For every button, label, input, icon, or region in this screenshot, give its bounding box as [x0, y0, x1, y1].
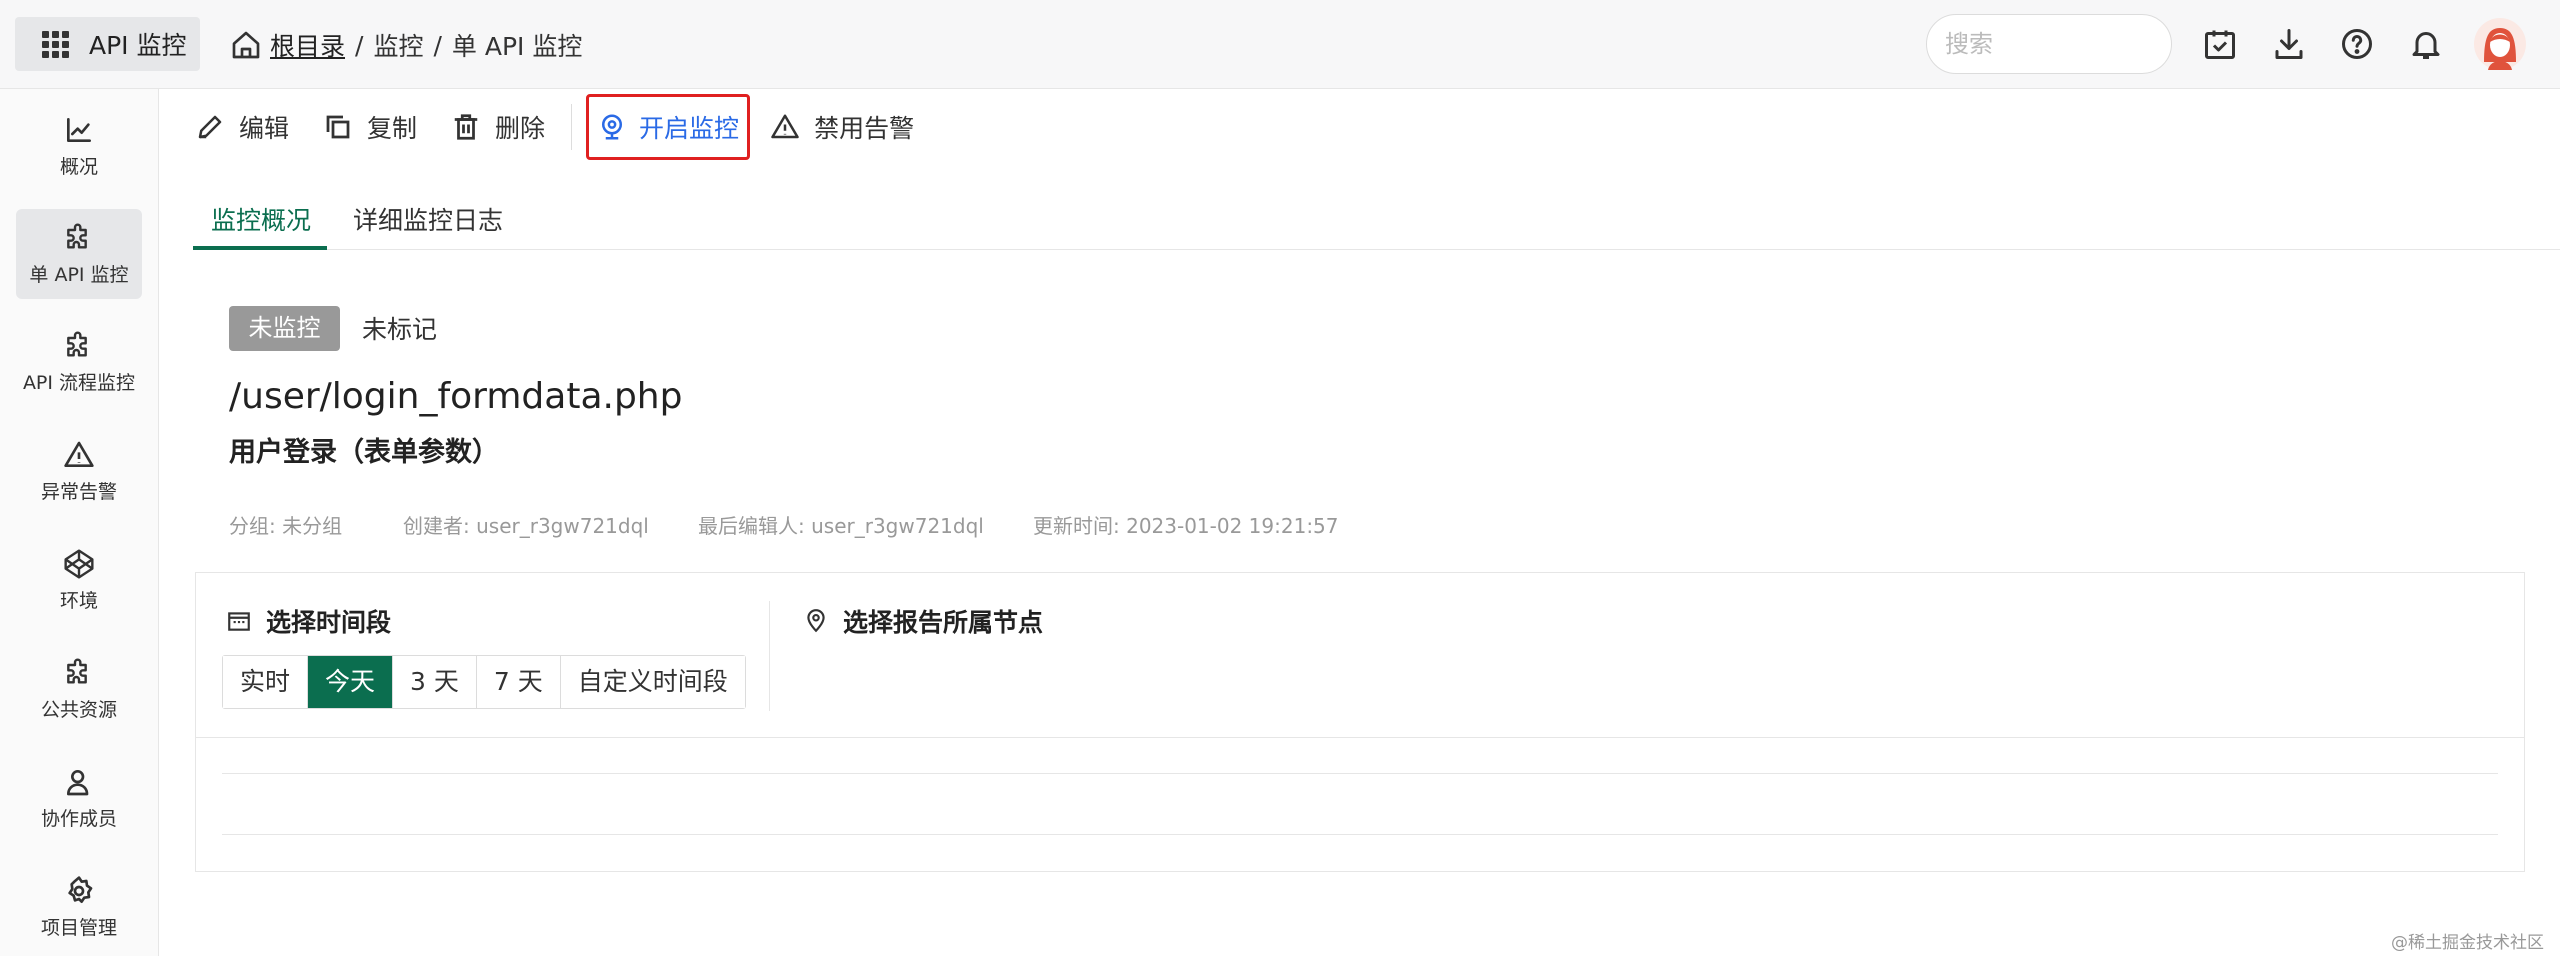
- divider: [222, 834, 2498, 835]
- meta-group: 分组: 未分组: [229, 514, 343, 538]
- grid-icon: [42, 30, 69, 58]
- puzzle-icon: [67, 331, 87, 357]
- node-select-title-text: 选择报告所属节点: [843, 608, 1044, 637]
- sidebar-item-label: 概况: [59, 155, 98, 178]
- breadcrumb-separator: /: [433, 30, 442, 60]
- range-option-today[interactable]: 今天: [308, 656, 394, 708]
- sidebar-item-label: API 流程监控: [22, 371, 136, 394]
- calendar-icon: [228, 612, 250, 631]
- sidebar-item-label: 异常告警: [40, 480, 117, 503]
- location-pin-icon: [807, 609, 825, 633]
- api-path: /user/login_formdata.php: [229, 376, 683, 417]
- codepen-icon: [64, 548, 94, 579]
- tab-overview[interactable]: 监控概况: [193, 197, 327, 250]
- webcam-icon: [602, 114, 623, 140]
- action-toolbar: 编辑 复制 删除 开启监控 禁用告警: [195, 94, 948, 160]
- breadcrumb-current: 单 API 监控: [451, 32, 583, 61]
- sidebar-item-members[interactable]: 协作成员: [16, 753, 142, 843]
- time-range-title-text: 选择时间段: [266, 608, 392, 637]
- toolbar-divider: [571, 104, 573, 150]
- api-title: 用户登录（表单参数）: [229, 437, 499, 468]
- copy-icon: [326, 115, 350, 139]
- sidebar-item-overview[interactable]: 概况: [16, 101, 142, 191]
- help-icon[interactable]: [2339, 26, 2375, 62]
- user-icon: [67, 769, 89, 795]
- delete-label: 删除: [495, 114, 546, 143]
- copy-label: 复制: [367, 114, 418, 143]
- sidebar-item-label: 公共资源: [40, 698, 117, 721]
- panel-divider: [769, 601, 770, 711]
- search-input[interactable]: 搜索: [1926, 14, 2172, 74]
- sidebar-item-label: 项目管理: [40, 916, 117, 939]
- download-icon[interactable]: [2271, 26, 2307, 62]
- line-chart-icon: [67, 117, 91, 142]
- app-switcher-button[interactable]: API 监控: [15, 17, 200, 71]
- puzzle-icon: [67, 658, 87, 684]
- range-option-7-days[interactable]: 7 天: [476, 656, 561, 708]
- copy-button[interactable]: 复制: [323, 109, 417, 145]
- meta-editor: 最后编辑人: user_r3gw721dql: [698, 514, 984, 538]
- meta-updated: 更新时间: 2023-01-02 19:21:57: [1033, 514, 1339, 538]
- watermark: @稀土掘金技术社区: [2391, 933, 2544, 953]
- breadcrumb-monitor[interactable]: 监控: [373, 27, 423, 63]
- sidebar-item-label: 协作成员: [40, 807, 117, 830]
- breadcrumb-separator: /: [355, 30, 364, 60]
- sidebar-item-single-api[interactable]: 单 API 监控: [16, 209, 142, 299]
- sidebar-item-public-resources[interactable]: 公共资源: [16, 644, 142, 734]
- warning-icon: [771, 114, 799, 139]
- edit-label: 编辑: [239, 114, 290, 143]
- delete-button[interactable]: 删除: [451, 109, 545, 145]
- range-option-realtime[interactable]: 实时: [223, 656, 309, 708]
- warning-icon: [64, 441, 94, 467]
- puzzle-icon: [67, 223, 87, 249]
- divider: [222, 773, 2498, 774]
- sidebar-item-environment[interactable]: 环境: [16, 535, 142, 625]
- breadcrumb-root-link[interactable]: 根目录: [270, 27, 345, 63]
- sidebar-item-label: 环境: [59, 589, 98, 612]
- breadcrumb: 根目录 / 监控 / 单 API 监控: [230, 26, 582, 64]
- top-header: API 监控 根目录 / 监控 / 单 API 监控 搜索: [0, 0, 2560, 89]
- bell-icon[interactable]: [2408, 26, 2444, 62]
- disable-alert-label: 禁用告警: [814, 114, 915, 143]
- sidebar-item-api-flow[interactable]: API 流程监控: [16, 317, 142, 407]
- status-badge: 未监控: [229, 306, 340, 351]
- calendar-check-icon[interactable]: [2202, 26, 2238, 62]
- sidebar-item-project-settings[interactable]: 项目管理: [16, 862, 142, 952]
- time-range-selector: 实时 今天 3 天 7 天 自定义时间段: [222, 655, 746, 709]
- trash-icon: [454, 114, 478, 140]
- app-name: API 监控: [89, 31, 187, 60]
- edit-button[interactable]: 编辑: [195, 109, 289, 145]
- gear-icon: [68, 875, 93, 903]
- marker-label[interactable]: 未标记: [362, 310, 437, 346]
- user-avatar[interactable]: [2474, 18, 2526, 70]
- sidebar: 概况 单 API 监控 API 流程监控 异常告警 环境 公共资源 协作成员 项…: [0, 89, 159, 956]
- range-option-3-days[interactable]: 3 天: [393, 656, 477, 708]
- meta-creator: 创建者: user_r3gw721dql: [403, 514, 649, 538]
- sidebar-item-alerts[interactable]: 异常告警: [16, 426, 142, 516]
- start-monitor-button[interactable]: 开启监控: [586, 94, 751, 160]
- home-icon: [232, 31, 260, 59]
- time-range-title: 选择时间段: [226, 603, 391, 639]
- panel-filters: 选择时间段 实时 今天 3 天 7 天 自定义时间段 选择报告所属节点: [196, 573, 2524, 738]
- sidebar-item-label: 单 API 监控: [29, 263, 129, 286]
- tab-log[interactable]: 详细监控日志: [353, 197, 503, 250]
- range-option-custom[interactable]: 自定义时间段: [560, 656, 745, 708]
- report-panel: 选择时间段 实时 今天 3 天 7 天 自定义时间段 选择报告所属节点: [195, 572, 2525, 872]
- detail-tabs: 监控概况 详细监控日志: [193, 197, 2560, 250]
- disable-alert-button[interactable]: 禁用告警: [770, 109, 914, 145]
- start-monitor-label: 开启监控: [639, 114, 740, 143]
- pencil-icon: [198, 115, 222, 139]
- node-select-title[interactable]: 选择报告所属节点: [803, 603, 1043, 639]
